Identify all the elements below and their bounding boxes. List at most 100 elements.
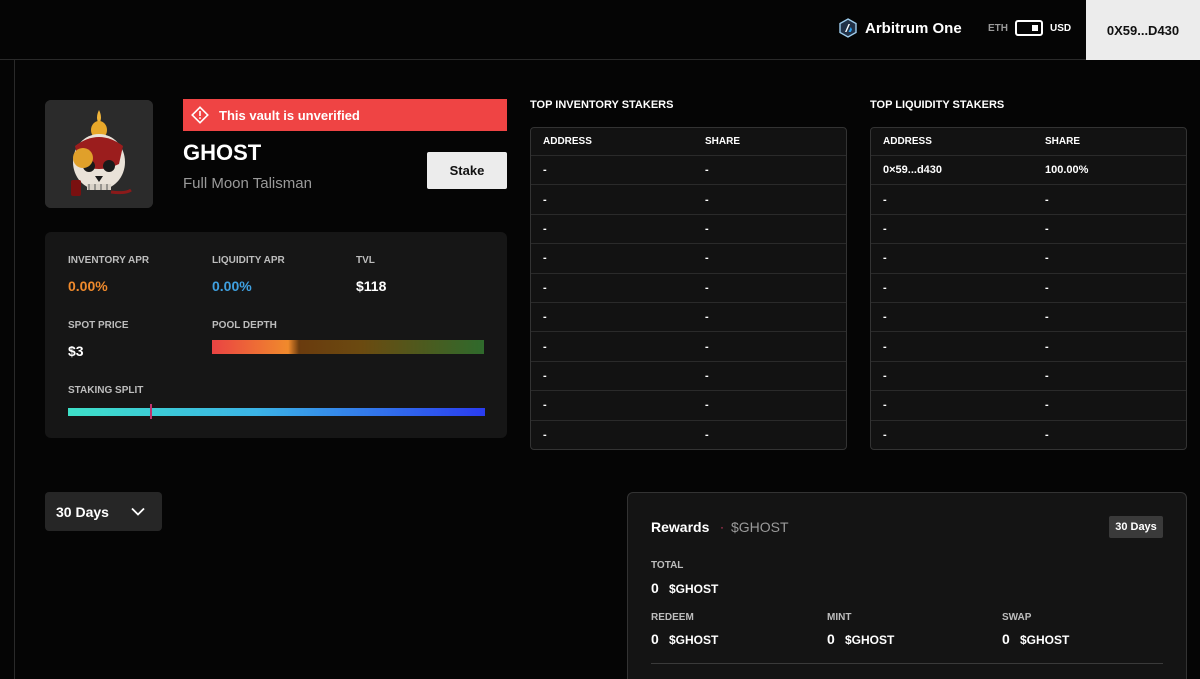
tvl-value: $118 bbox=[356, 278, 387, 294]
share-cell: - bbox=[705, 222, 709, 235]
address-cell: - bbox=[543, 369, 547, 382]
inventory-stakers-title: TOP INVENTORY STAKERS bbox=[530, 99, 674, 111]
staking-split-marker bbox=[150, 404, 153, 419]
column-header-share: SHARE bbox=[1045, 136, 1081, 147]
vault-stats-panel: INVENTORY APR 0.00% LIQUIDITY APR 0.00% … bbox=[45, 232, 507, 438]
address-cell: - bbox=[883, 399, 887, 412]
staking-split-bar bbox=[68, 408, 485, 416]
currency-toggle[interactable] bbox=[1015, 20, 1043, 36]
network-name: Arbitrum One bbox=[865, 19, 962, 37]
stake-button[interactable]: Stake bbox=[427, 152, 507, 189]
table-row: -- bbox=[531, 331, 846, 360]
inventory-stakers-table: ADDRESS SHARE -- -- -- -- -- -- -- -- --… bbox=[530, 127, 847, 450]
wallet-button[interactable]: 0X59...D430 bbox=[1086, 0, 1200, 60]
period-dropdown[interactable]: 30 Days bbox=[45, 492, 162, 531]
vault-collection-name: Full Moon Talisman bbox=[183, 175, 312, 192]
share-cell: - bbox=[705, 369, 709, 382]
table-row: -- bbox=[871, 419, 1186, 449]
share-cell: - bbox=[705, 311, 709, 324]
swap-value: 0 bbox=[1002, 631, 1010, 647]
period-dropdown-label: 30 Days bbox=[56, 503, 109, 520]
share-cell: - bbox=[705, 340, 709, 353]
table-row: -- bbox=[531, 243, 846, 272]
column-header-address: ADDRESS bbox=[883, 136, 932, 147]
swap-label: SWAP bbox=[1002, 612, 1032, 623]
spot-price-label: SPOT PRICE bbox=[68, 320, 129, 331]
address-cell: - bbox=[883, 311, 887, 324]
share-cell: - bbox=[705, 252, 709, 265]
rewards-panel: Rewards · $GHOST 30 Days TOTAL 0 $GHOST … bbox=[627, 492, 1187, 679]
table-row: -- bbox=[871, 184, 1186, 213]
mint-unit: $GHOST bbox=[845, 633, 895, 647]
inventory-apr-value: 0.00% bbox=[68, 278, 108, 294]
toggle-knob bbox=[1032, 25, 1038, 31]
redeem-unit: $GHOST bbox=[669, 633, 719, 647]
share-cell: - bbox=[1045, 252, 1049, 265]
rewards-divider bbox=[651, 663, 1163, 664]
address-cell: - bbox=[543, 311, 547, 324]
swap-unit: $GHOST bbox=[1020, 633, 1070, 647]
rewards-title: Rewards bbox=[651, 519, 710, 535]
address-cell: - bbox=[543, 193, 547, 206]
table-header: ADDRESS SHARE bbox=[531, 128, 846, 155]
liquidity-apr-label: LIQUIDITY APR bbox=[212, 255, 285, 266]
rewards-token: $GHOST bbox=[731, 519, 789, 535]
liquidity-stakers-title: TOP LIQUIDITY STAKERS bbox=[870, 99, 1005, 111]
table-row: -- bbox=[531, 301, 846, 331]
total-label: TOTAL bbox=[651, 560, 684, 571]
share-cell: - bbox=[705, 193, 709, 206]
share-cell: - bbox=[705, 428, 709, 441]
table-row: -- bbox=[871, 243, 1186, 272]
unverified-warning: This vault is unverified bbox=[183, 99, 507, 131]
currency-toggle-group: ETH USD bbox=[988, 20, 1071, 36]
table-row: -- bbox=[871, 272, 1186, 302]
address-cell: - bbox=[543, 222, 547, 235]
address-cell: - bbox=[543, 164, 547, 177]
redeem-label: REDEEM bbox=[651, 612, 694, 623]
share-cell: - bbox=[1045, 399, 1049, 412]
spot-price-value: $3 bbox=[68, 343, 84, 359]
address-cell: - bbox=[883, 340, 887, 353]
redeem-value: 0 bbox=[651, 631, 659, 647]
tvl-label: TVL bbox=[356, 255, 375, 266]
table-row: -- bbox=[531, 155, 846, 184]
address-cell: - bbox=[543, 399, 547, 412]
table-row: -- bbox=[531, 390, 846, 419]
unverified-warning-text: This vault is unverified bbox=[219, 107, 360, 123]
network-selector[interactable]: Arbitrum One bbox=[838, 18, 962, 38]
vault-nft-image bbox=[45, 100, 153, 208]
address-cell: - bbox=[543, 252, 547, 265]
currency-usd-label: USD bbox=[1050, 22, 1072, 34]
table-row: -- bbox=[871, 301, 1186, 331]
column-header-address: ADDRESS bbox=[543, 136, 592, 147]
arbitrum-logo-icon bbox=[839, 18, 857, 38]
mint-value: 0 bbox=[827, 631, 835, 647]
share-cell: - bbox=[705, 164, 709, 177]
staking-split-label: STAKING SPLIT bbox=[68, 385, 144, 396]
address-cell: - bbox=[543, 281, 547, 294]
table-row: -- bbox=[871, 331, 1186, 360]
address-cell: - bbox=[883, 252, 887, 265]
mint-label: MINT bbox=[827, 612, 852, 623]
column-header-share: SHARE bbox=[705, 136, 741, 147]
inventory-apr-label: INVENTORY APR bbox=[68, 255, 150, 266]
share-cell: 100.00% bbox=[1045, 164, 1089, 177]
share-cell: - bbox=[1045, 193, 1049, 206]
table-row: -- bbox=[871, 390, 1186, 419]
share-cell: - bbox=[705, 281, 709, 294]
warning-diamond-icon bbox=[191, 106, 209, 124]
skull-artwork-icon bbox=[45, 100, 153, 208]
share-cell: - bbox=[1045, 369, 1049, 382]
table-row: 0×59...d430 100.00% bbox=[871, 155, 1186, 184]
pool-depth-bar bbox=[212, 340, 484, 354]
rewards-title-separator: · bbox=[720, 520, 724, 534]
share-cell: - bbox=[1045, 428, 1049, 441]
liquidity-apr-value: 0.00% bbox=[212, 278, 252, 294]
address-cell: 0×59...d430 bbox=[883, 164, 943, 177]
rewards-period-badge: 30 Days bbox=[1109, 516, 1163, 538]
address-cell: - bbox=[883, 428, 887, 441]
liquidity-stakers-table: ADDRESS SHARE 0×59...d430 100.00% -- -- -… bbox=[870, 127, 1187, 450]
share-cell: - bbox=[1045, 222, 1049, 235]
share-cell: - bbox=[1045, 281, 1049, 294]
address-cell: - bbox=[883, 193, 887, 206]
